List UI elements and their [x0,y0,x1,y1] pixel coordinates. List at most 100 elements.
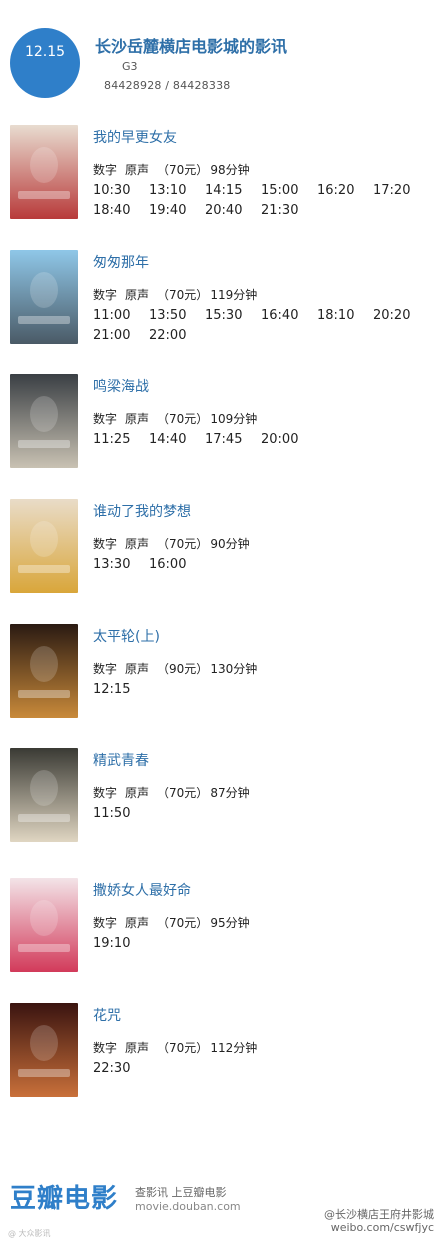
movie-price: （70元） [157,1041,209,1055]
showtime[interactable]: 14:40 [149,431,205,448]
showtime[interactable]: 13:30 [93,556,149,573]
movie-title[interactable]: 鸣梁海战 [93,376,149,396]
movie-info: 数字 原声 （70元） 95分钟 [93,914,258,931]
movie-format: 数字 [93,537,118,551]
showtimes: 11:50 [93,802,433,822]
movie-title[interactable]: 精武青春 [93,750,149,770]
footer-site-link[interactable]: movie.douban.com [135,1200,241,1213]
header: 12.15 长沙岳麓横店电影城的影讯 G3 84428928 / 8442833… [0,0,440,110]
movie-item[interactable]: 匆匆那年数字 原声 （70元） 119分钟 11:00 13:50 15:30 16:40 18… [0,250,440,350]
movie-duration: 98分钟 [210,163,250,177]
movie-title[interactable]: 撒娇女人最好命 [93,880,191,900]
showtime[interactable]: 16:20 [317,182,373,199]
showtime[interactable]: 15:30 [205,307,261,324]
douban-movie-logo[interactable]: 豆瓣电影 [10,1178,118,1215]
showtime[interactable]: 13:50 [149,307,205,324]
cinema-code: G3 [122,60,138,73]
showtime[interactable]: 16:40 [261,307,317,324]
cinema-title[interactable]: 长沙岳麓横店电影城的影讯 [95,33,287,57]
movie-price: （70元） [157,412,209,426]
showtime[interactable]: 17:45 [205,431,261,448]
movie-title[interactable]: 匆匆那年 [93,252,149,272]
movie-title[interactable]: 太平轮(上) [93,626,160,646]
movie-duration: 119分钟 [210,288,258,302]
showtimes: 11:25 14:40 17:45 20:00 [93,428,433,448]
movie-item[interactable]: 我的早更女友 数字 原声 （70元） 98分钟 10:30 13:10 14:15 15:00 1… [0,125,440,225]
showtime[interactable]: 10:30 [93,182,149,199]
showtime[interactable]: 20:00 [261,431,317,448]
showtime[interactable]: 13:10 [149,182,205,199]
showtime[interactable]: 15:00 [261,182,317,199]
showtimes: 12:15 [93,678,433,698]
movie-info: 数字 原声 （70元） 112分钟 [93,1039,265,1056]
movie-poster[interactable] [10,624,78,718]
cinema-phone: 84428928 / 84428338 [104,79,231,92]
movie-audio: 原声 [125,412,150,426]
movie-duration: 112分钟 [210,1041,258,1055]
movie-duration: 130分钟 [210,662,258,676]
showtime[interactable]: 21:30 [261,202,317,219]
showtimes: 19:10 [93,932,433,952]
showtime[interactable]: 11:25 [93,431,149,448]
movie-item[interactable]: 谁动了我的梦想数字 原声 （70元） 90分钟 13:30 16:00 [0,499,440,599]
movie-format: 数字 [93,1041,118,1055]
movie-audio: 原声 [125,1041,150,1055]
movie-poster[interactable] [10,250,78,344]
showtimes: 11:00 13:50 15:30 16:40 18:10 20:20 21:00 22:00 [93,304,433,344]
movie-audio: 原声 [125,288,150,302]
movie-title[interactable]: 我的早更女友 [93,127,177,147]
movie-price: （90元） [157,662,209,676]
movie-item[interactable]: 鸣梁海战数字 原声 （70元） 109分钟 11:25 14:40 17:45 20:00 [0,374,440,474]
movie-item[interactable]: 精武青春数字 原声 （70元） 87分钟 11:50 [0,748,440,848]
showtime[interactable]: 11:00 [93,307,149,324]
movie-poster[interactable] [10,125,78,219]
showtime[interactable]: 22:00 [149,327,205,344]
showtime[interactable]: 22:30 [93,1060,149,1077]
movie-price: （70元） [157,288,209,302]
showtime[interactable]: 17:20 [373,182,429,199]
showtime[interactable]: 12:15 [93,681,149,698]
movie-poster[interactable] [10,878,78,972]
showtime[interactable]: 14:15 [205,182,261,199]
movie-format: 数字 [93,288,118,302]
showtime[interactable]: 20:40 [205,202,261,219]
footer: 豆瓣电影 查影讯 上豆瓣电影 movie.douban.com @ 大众影讯 @… [0,1170,440,1245]
movie-title[interactable]: 谁动了我的梦想 [93,501,191,521]
movie-format: 数字 [93,412,118,426]
footer-slogan: 查影讯 上豆瓣电影 [135,1186,227,1199]
movie-duration: 90分钟 [210,537,250,551]
showtimes: 10:30 13:10 14:15 15:00 16:20 17:20 18:40 19:40… [93,179,433,219]
showtimes: 13:30 16:00 [93,553,433,573]
movie-duration: 109分钟 [210,412,258,426]
movie-info: 数字 原声 （70元） 119分钟 [93,286,265,303]
movie-price: （70元） [157,916,209,930]
movie-duration: 95分钟 [210,916,250,930]
movie-format: 数字 [93,786,118,800]
movie-price: （70元） [157,163,209,177]
movie-audio: 原声 [125,537,150,551]
showtime[interactable]: 20:20 [373,307,429,324]
movie-item[interactable]: 撒娇女人最好命数字 原声 （70元） 95分钟 19:10 [0,878,440,978]
showtime[interactable]: 19:40 [149,202,205,219]
movie-item[interactable]: 太平轮(上) 数字 原声 （90元） 130分钟 12:15 [0,624,440,724]
movie-info: 数字 原声 （70元） 87分钟 [93,784,258,801]
movie-price: （70元） [157,537,209,551]
movie-title[interactable]: 花咒 [93,1005,121,1025]
movie-poster[interactable] [10,374,78,468]
movie-audio: 原声 [125,662,150,676]
showtime[interactable]: 16:00 [149,556,205,573]
movie-item[interactable]: 花咒数字 原声 （70元） 112分钟 22:30 [0,1003,440,1103]
movie-poster[interactable] [10,499,78,593]
movie-format: 数字 [93,163,118,177]
movie-poster[interactable] [10,748,78,842]
showtime[interactable]: 18:40 [93,202,149,219]
showtime[interactable]: 18:10 [317,307,373,324]
showtime[interactable]: 11:50 [93,805,149,822]
movie-info: 数字 原声 （70元） 90分钟 [93,535,258,552]
showtime[interactable]: 19:10 [93,935,149,952]
showtime[interactable]: 21:00 [93,327,149,344]
movie-format: 数字 [93,662,118,676]
movie-info: 数字 原声 （70元） 109分钟 [93,410,265,427]
movie-poster[interactable] [10,1003,78,1097]
watermark-account: @长沙横店王府井影城 [324,1208,434,1221]
